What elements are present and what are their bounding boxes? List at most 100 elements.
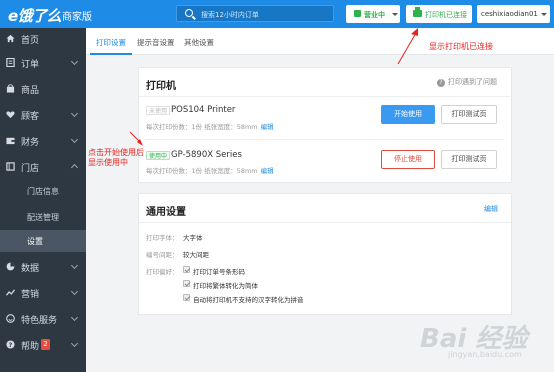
sidebar-item-label: 帮助 — [21, 342, 40, 352]
printer-edit-link[interactable]: 编辑 — [261, 167, 274, 175]
sidebar-item-label: 营销 — [21, 290, 40, 300]
active-tab-indicator — [90, 53, 132, 55]
start-using-button[interactable]: 开始使用 — [381, 105, 435, 124]
printer-name: GP-5890X Series — [171, 150, 242, 160]
sidebar-item-label: 数据 — [21, 264, 40, 274]
traditional-to-simplified-label: 打印将繁体转化为简体 — [193, 282, 258, 290]
sidebar-subitem-label: 设置 — [27, 237, 43, 246]
divider — [146, 139, 504, 140]
svg-text:?: ? — [9, 342, 13, 349]
sidebar-item-help[interactable]: ? 帮助 2 — [0, 334, 86, 356]
caret-down-icon — [392, 13, 398, 16]
app-logo[interactable]: e饿了么 — [8, 5, 62, 26]
username-label: ceshixiaodian01 — [481, 10, 538, 18]
sidebar-item-home[interactable]: 首页 — [0, 28, 86, 50]
traditional-to-simplified-checkbox[interactable] — [183, 280, 190, 287]
pie-chart-icon — [6, 262, 15, 271]
sidebar-item-label: 财务 — [21, 138, 40, 148]
sidebar-item-label: 门店 — [21, 164, 40, 174]
baidu-watermark-url: jingyan.baidu.com — [448, 350, 522, 359]
printer-meta-text: 每次打印份数：1份 纸张宽度：58mm — [146, 167, 258, 175]
home-icon — [6, 34, 15, 43]
pinyin-conversion-checkbox[interactable] — [183, 294, 190, 301]
printer-meta: 每次打印份数：1份 纸张宽度：58mm 编辑 — [146, 165, 274, 175]
number-spacing-label: 编号间距： — [146, 251, 179, 259]
printer-meta-text: 每次打印份数：1份 纸张宽度：58mm — [146, 123, 258, 131]
sidebar-item-label: 特色服务 — [21, 316, 58, 326]
caret-down-icon — [541, 13, 547, 16]
sidebar-item-customers[interactable]: 顾客 — [0, 104, 86, 126]
print-font-value: 大字体 — [183, 234, 203, 242]
sidebar-subitem-settings[interactable]: 设置 — [0, 230, 86, 252]
tab-other-settings[interactable]: 其他设置 — [184, 37, 214, 48]
printer-edit-link[interactable]: 编辑 — [261, 123, 274, 131]
sidebar-item-data[interactable]: 数据 — [0, 256, 86, 278]
printer-meta: 每次打印份数：1份 纸张宽度：58mm 编辑 — [146, 121, 274, 131]
printer-card-title: 打印机 — [146, 81, 176, 92]
general-settings-card: 通用设置 编辑 打印字体： 大字体 编号间距： 较大间距 打印偏好： 打印订单号… — [138, 193, 512, 315]
annotation-line-2: 显示使用中 — [88, 158, 128, 167]
sidebar-item-label: 订单 — [21, 60, 40, 70]
search-placeholder: 搜索12小时内订单 — [201, 11, 259, 19]
print-test-page-button[interactable]: 打印测试页 — [441, 105, 497, 124]
sidebar-item-special-services[interactable]: 特色服务 — [0, 308, 86, 330]
sidebar-subitem-label: 门店信息 — [27, 187, 59, 196]
tab-print-settings[interactable]: 打印设置 — [96, 37, 126, 48]
tab-sound-settings[interactable]: 提示音设置 — [137, 37, 175, 48]
annotation-printer-connected: 显示打印机已连接 — [429, 42, 493, 51]
print-test-page-button[interactable]: 打印测试页 — [441, 150, 497, 169]
help-icon: ? — [6, 340, 15, 349]
sidebar-item-orders[interactable]: 订单 — [0, 52, 86, 74]
order-search-input[interactable]: 搜索12小时内订单 — [176, 5, 334, 22]
annotation-line-1: 点击开始使用后 — [88, 148, 144, 157]
printer-status-label: 打印机已连接 — [425, 11, 467, 19]
sidebar-item-label: 首页 — [21, 36, 40, 46]
bag-icon — [6, 84, 15, 93]
divider — [139, 222, 511, 223]
sidebar-item-products[interactable]: 商品 — [0, 78, 86, 100]
divider — [139, 96, 511, 97]
number-spacing-value: 较大间距 — [183, 251, 209, 259]
question-icon: ? — [437, 79, 445, 87]
chevron-up-icon — [70, 163, 79, 172]
sidebar-subitem-store-info[interactable]: 门店信息 — [0, 180, 86, 202]
sidebar-item-label: 商品 — [21, 86, 40, 96]
print-preference-label: 打印偏好： — [146, 268, 179, 276]
user-account-dropdown[interactable]: ceshixiaodian01 — [477, 5, 550, 23]
sidebar-item-finance[interactable]: 财务 — [0, 130, 86, 152]
chevron-down-icon — [70, 109, 79, 118]
printer-status-button[interactable]: 打印机已连接 — [406, 5, 472, 23]
printer-help-link[interactable]: ? 打印遇到了问题 — [437, 77, 497, 87]
chevron-down-icon — [70, 313, 79, 322]
general-settings-edit-link[interactable]: 编辑 — [484, 204, 498, 214]
notification-badge: 2 — [41, 339, 50, 350]
list-icon — [6, 58, 15, 67]
printer-status-tag: 使用中 — [146, 151, 171, 160]
barcode-checkbox[interactable] — [183, 266, 190, 273]
chart-line-icon — [6, 289, 15, 296]
printer-status-tag: 未使用 — [146, 106, 171, 115]
stop-using-button[interactable]: 停止使用 — [381, 150, 435, 169]
chevron-down-icon — [70, 339, 79, 348]
business-status-label: 营业中 — [364, 11, 385, 19]
sidebar-item-label: 顾客 — [21, 112, 40, 122]
barcode-checkbox-label: 打印订单号条形码 — [193, 268, 245, 276]
sidebar-subitem-delivery[interactable]: 配送管理 — [0, 206, 86, 228]
printer-help-text: 打印遇到了问题 — [448, 78, 497, 86]
printer-card: 打印机 ? 打印遇到了问题 未使用 POS104 Printer 每次打印份数：1… — [138, 67, 512, 183]
chevron-down-icon — [70, 57, 79, 66]
wallet-icon — [6, 137, 15, 145]
sidebar: 首页 订单 商品 顾客 财务 门店 门店信息 配送管理 设置 数据 营销 特色服… — [0, 28, 86, 372]
sidebar-item-marketing[interactable]: 营销 — [0, 282, 86, 304]
store-icon — [6, 162, 15, 171]
sidebar-item-store[interactable]: 门店 — [0, 156, 86, 178]
chevron-down-icon — [70, 135, 79, 144]
chevron-down-icon — [70, 287, 79, 296]
printer-icon — [413, 7, 422, 17]
heart-icon — [6, 111, 15, 119]
printer-name: POS104 Printer — [171, 105, 236, 115]
pinyin-conversion-label: 自动将打印机不支持的汉字转化为拼音 — [193, 296, 304, 304]
business-status-dropdown[interactable]: 营业中 — [346, 5, 400, 23]
edition-label: 商家版 — [62, 12, 92, 23]
smile-icon — [6, 314, 15, 323]
